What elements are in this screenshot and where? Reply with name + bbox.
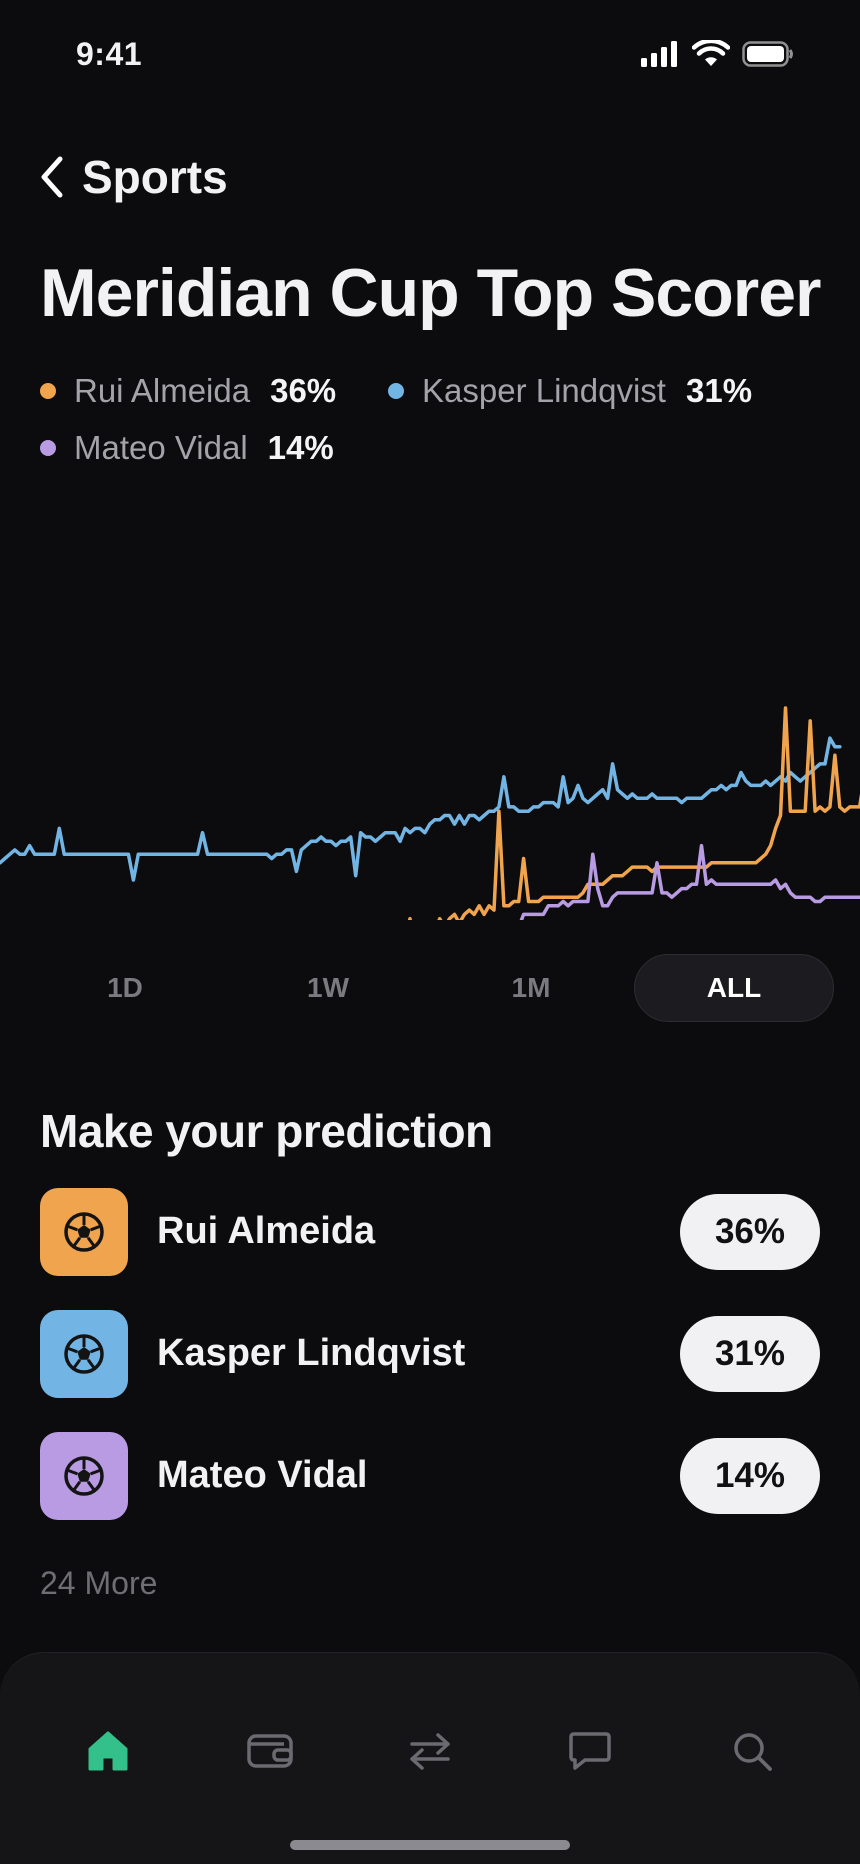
legend-name: Mateo Vidal <box>74 429 248 466</box>
battery-icon <box>742 41 793 67</box>
legend-item: Kasper Lindqvist 31% <box>388 372 752 410</box>
tab-messages[interactable] <box>550 1711 630 1791</box>
range-1m-button[interactable]: 1M <box>431 954 631 1022</box>
tab-bar <box>0 1652 860 1864</box>
legend-percent: 31% <box>685 372 753 409</box>
home-indicator <box>290 1840 570 1850</box>
tab-wallet[interactable] <box>230 1711 310 1791</box>
back-button[interactable]: Sports <box>38 150 228 204</box>
series-line-kasper-lindqvist <box>0 736 842 882</box>
time-range-selector: 1D 1W 1M ALL <box>20 954 840 1024</box>
soccer-ball-icon <box>64 1212 104 1252</box>
tab-home[interactable] <box>68 1711 148 1791</box>
back-label: Sports <box>82 151 228 203</box>
search-icon <box>734 1733 772 1771</box>
legend-percent: 36% <box>270 372 337 409</box>
outcome-odds-button[interactable]: 36% <box>680 1194 820 1270</box>
range-all-button[interactable]: ALL <box>634 954 834 1022</box>
home-icon <box>88 1731 128 1771</box>
range-1d-button[interactable]: 1D <box>25 954 225 1022</box>
section-title: Make your prediction <box>40 1105 493 1157</box>
legend-name: Kasper Lindqvist <box>422 372 666 409</box>
tab-trade[interactable] <box>390 1711 470 1791</box>
legend-percent: 14% <box>267 429 334 466</box>
legend-item: Rui Almeida 36% <box>40 372 336 410</box>
outcome-avatar <box>40 1188 128 1276</box>
legend-color-dot <box>388 383 404 399</box>
chat-bubble-icon <box>569 1732 611 1770</box>
tab-search[interactable] <box>712 1711 792 1791</box>
range-1w-button[interactable]: 1W <box>228 954 428 1022</box>
legend-item: Mateo Vidal 14% <box>40 429 334 467</box>
status-bar: 9:41 <box>0 0 860 110</box>
soccer-ball-icon <box>64 1334 104 1374</box>
chevron-left-icon <box>41 156 63 198</box>
outcome-row[interactable]: Rui Almeida 36% <box>40 1188 820 1276</box>
legend-color-dot <box>40 383 56 399</box>
page-title: Meridian Cup Top Scorer <box>40 255 821 331</box>
outcome-avatar <box>40 1310 128 1398</box>
probability-chart[interactable] <box>0 600 860 920</box>
wallet-icon <box>247 1734 293 1768</box>
outcome-avatar <box>40 1432 128 1520</box>
legend-color-dot <box>40 440 56 456</box>
soccer-ball-icon <box>64 1456 104 1496</box>
outcome-odds-button[interactable]: 31% <box>680 1316 820 1392</box>
outcome-name: Kasper Lindqvist <box>157 1332 466 1374</box>
series-line-rui-almeida <box>407 706 860 920</box>
status-icons <box>640 40 794 68</box>
outcome-odds-button[interactable]: 14% <box>680 1438 820 1514</box>
more-outcomes-link[interactable]: 24 More <box>40 1565 157 1602</box>
swap-arrows-icon <box>410 1733 450 1770</box>
series-line-mateo-vidal <box>519 843 860 920</box>
outcome-name: Rui Almeida <box>157 1210 376 1252</box>
legend-name: Rui Almeida <box>74 372 251 409</box>
outcome-row[interactable]: Kasper Lindqvist 31% <box>40 1310 820 1398</box>
cellular-signal-icon <box>641 41 677 67</box>
wifi-icon <box>692 40 730 66</box>
outcome-row[interactable]: Mateo Vidal 14% <box>40 1432 820 1520</box>
status-time: 9:41 <box>76 36 143 72</box>
outcome-name: Mateo Vidal <box>157 1454 368 1496</box>
